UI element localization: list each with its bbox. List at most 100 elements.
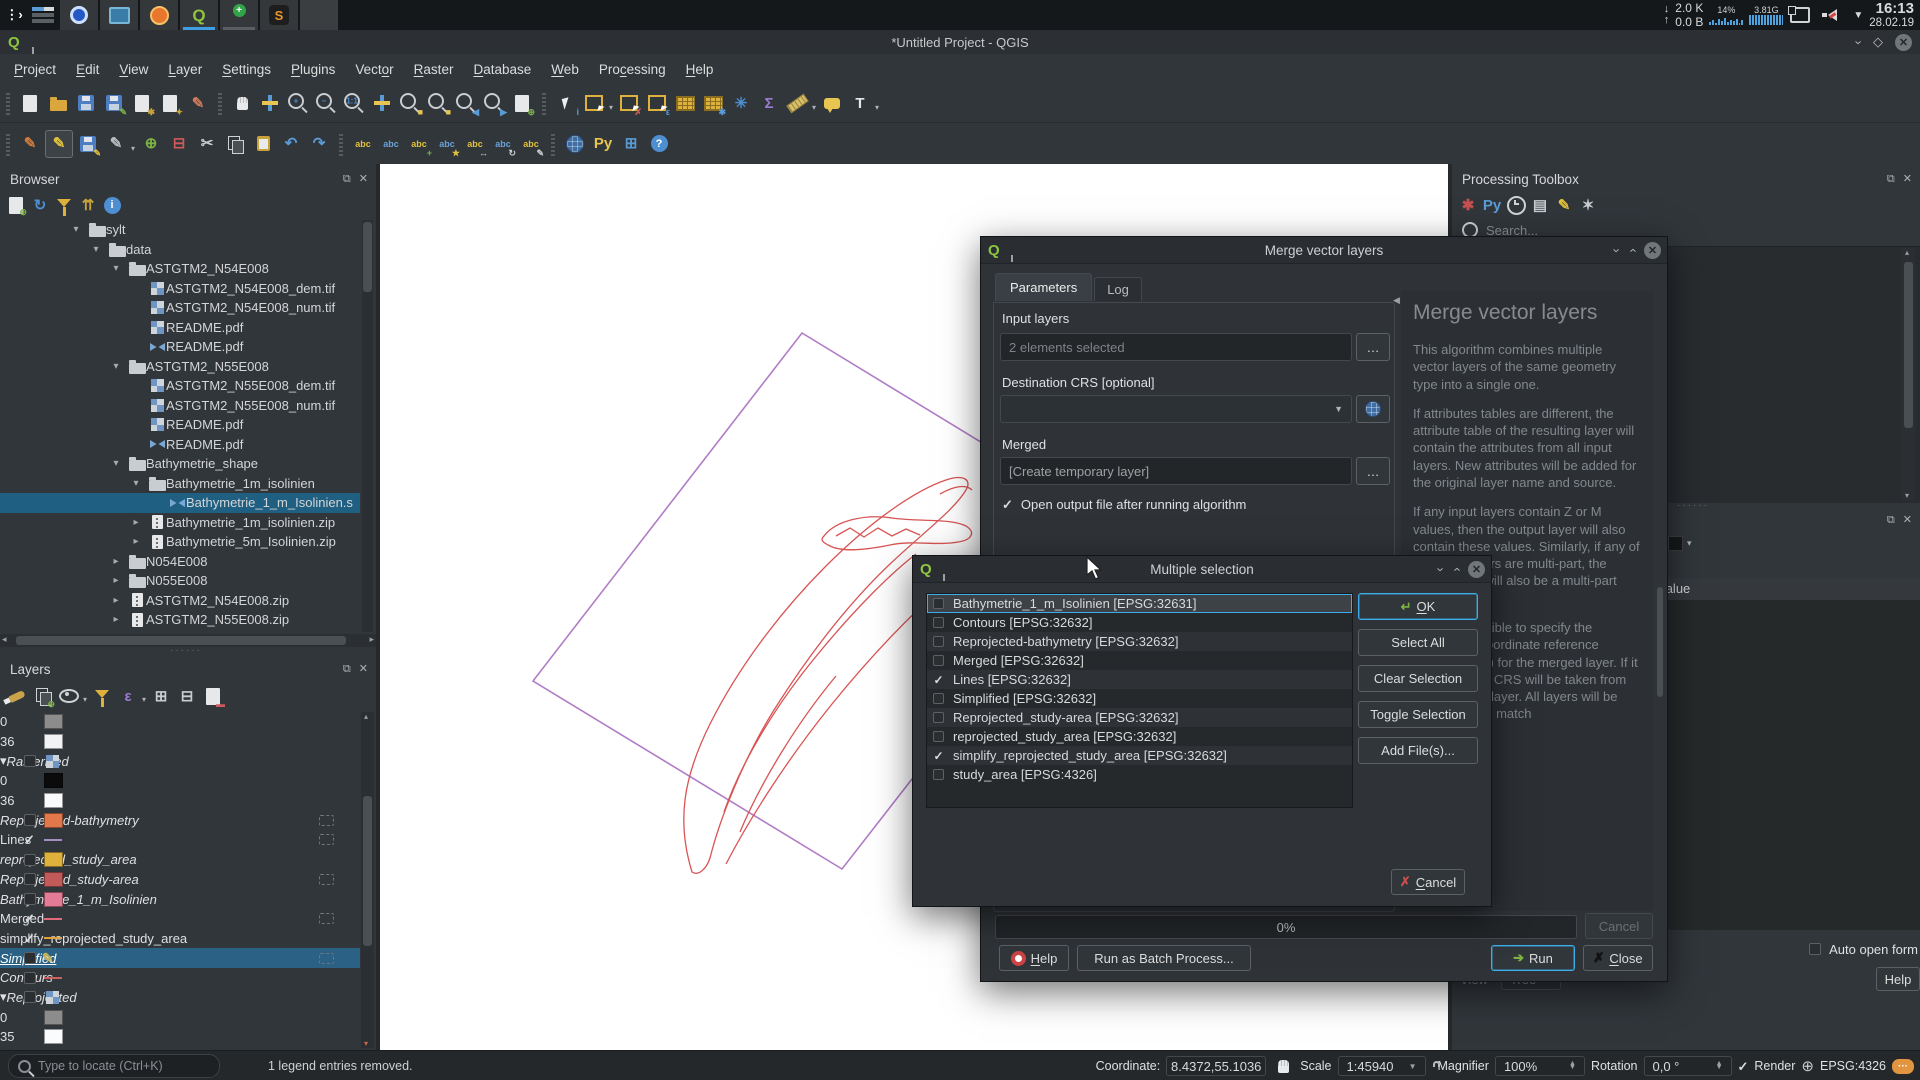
layer-item[interactable]: ✓Merged bbox=[0, 909, 360, 929]
tree-item[interactable]: ASTGTM2_N55E008_dem.tif bbox=[0, 376, 360, 396]
maximize-icon[interactable]: › bbox=[1625, 248, 1638, 252]
menu-help[interactable]: Help bbox=[676, 62, 724, 77]
add-group-icon[interactable]: ⊕ bbox=[31, 684, 55, 708]
add-selected-layer-icon[interactable]: ⊕ bbox=[5, 194, 27, 216]
mouse-position-icon[interactable] bbox=[1272, 1055, 1294, 1077]
toggle-editing-icon[interactable]: ✎ bbox=[45, 130, 73, 158]
layer-diagram-icon[interactable]: abc bbox=[378, 131, 404, 157]
measure-icon[interactable]: ▾ bbox=[784, 90, 810, 116]
scroll-down-icon[interactable]: ▾ bbox=[364, 1039, 368, 1048]
expanded-arrow-icon[interactable]: ▾ bbox=[130, 478, 142, 489]
selection-list-item[interactable]: ✓simplify_reprojected_study_area [EPSG:3… bbox=[927, 746, 1352, 765]
tree-item[interactable]: ASTGTM2_N54E008_dem.tif bbox=[0, 279, 360, 299]
task-qgis-new[interactable]: + bbox=[220, 0, 258, 30]
highlight-labels-icon[interactable]: abc★ bbox=[434, 131, 460, 157]
crs-globe-icon[interactable]: ⊕ bbox=[1801, 1057, 1814, 1075]
processing-vscrollbar[interactable]: ▴ ▾ bbox=[1902, 248, 1915, 500]
collapsed-arrow-icon[interactable]: ▸ bbox=[110, 556, 122, 567]
item-checkbox[interactable] bbox=[933, 598, 944, 609]
auto-open-form[interactable]: Auto open form bbox=[1809, 942, 1918, 957]
paste-features-icon[interactable] bbox=[250, 131, 276, 157]
tree-item[interactable]: ▾Bathymetrie_1m_isolinien bbox=[0, 474, 360, 494]
layer-item[interactable]: 0 bbox=[0, 1007, 360, 1027]
layer-item[interactable]: 36 bbox=[0, 732, 360, 752]
selection-list-item[interactable]: Bathymetrie_1_m_Isolinien [EPSG:32631] bbox=[927, 594, 1352, 613]
expanded-arrow-icon[interactable]: ▾ bbox=[70, 224, 82, 235]
tree-item[interactable]: ▾data bbox=[0, 240, 360, 260]
layer-item[interactable]: ✓simplify_reprojected_study_area bbox=[0, 929, 360, 949]
run-button[interactable]: ➔Run bbox=[1491, 945, 1575, 971]
redo-icon[interactable]: ↷ bbox=[306, 131, 332, 157]
ok-button[interactable]: ↵OK bbox=[1358, 593, 1478, 620]
layer-item[interactable]: 35 bbox=[0, 1027, 360, 1047]
zoom-out-icon[interactable]: − bbox=[313, 90, 339, 116]
maximize-icon[interactable]: ◇ bbox=[1873, 34, 1883, 50]
float-panel-icon[interactable]: ⧉ bbox=[1887, 515, 1895, 526]
destination-crs-select[interactable]: ▼ bbox=[1000, 395, 1352, 423]
current-edits-icon[interactable]: ✎ bbox=[17, 131, 43, 157]
input-layers-browse-button[interactable]: … bbox=[1356, 333, 1390, 361]
tab-log[interactable]: Log bbox=[1094, 277, 1142, 301]
open-output-checkbox[interactable]: ✓ bbox=[1002, 498, 1013, 511]
help-button[interactable]: Help bbox=[1876, 967, 1920, 991]
identify-features-icon[interactable]: i bbox=[553, 90, 579, 116]
save-project-icon[interactable] bbox=[73, 90, 99, 116]
tree-item[interactable]: ▾ASTGTM2_N54E008 bbox=[0, 259, 360, 279]
python-scripts-icon[interactable]: Py bbox=[1481, 194, 1503, 216]
zoom-in-icon[interactable]: + bbox=[285, 90, 311, 116]
browser-vscrollbar[interactable] bbox=[362, 220, 373, 632]
filter-browser-icon[interactable] bbox=[53, 194, 75, 216]
expand-all-icon[interactable]: ⊞ bbox=[149, 684, 173, 708]
collapse-all-icon[interactable]: ⇈ bbox=[77, 194, 99, 216]
vertex-tool-icon[interactable]: ✎▾ bbox=[103, 131, 129, 157]
collapsed-arrow-icon[interactable]: ▸ bbox=[110, 575, 122, 586]
tree-item[interactable]: ▸Bathymetrie_5m_Isolinien.zip bbox=[0, 532, 360, 552]
minimize-icon[interactable]: › bbox=[1611, 248, 1624, 252]
tree-item[interactable]: README.pdf bbox=[0, 337, 360, 357]
rotation-input[interactable]: 0,0 ° ▲▼ bbox=[1644, 1056, 1732, 1076]
zoom-to-layer-icon[interactable]: ■ bbox=[397, 90, 423, 116]
item-checkbox[interactable] bbox=[933, 693, 944, 704]
item-checkbox[interactable] bbox=[933, 636, 944, 647]
properties-widget-icon[interactable]: i bbox=[101, 194, 123, 216]
task-empty[interactable] bbox=[300, 0, 338, 30]
tree-item[interactable]: ▸ASTGTM2_N55E008.zip bbox=[0, 610, 360, 630]
menu-view[interactable]: View bbox=[109, 62, 158, 77]
layer-visibility-checkbox[interactable] bbox=[24, 972, 36, 984]
layer-item[interactable]: ▾Reprojected bbox=[0, 988, 360, 1008]
item-checkbox[interactable] bbox=[933, 731, 944, 742]
expanded-arrow-icon[interactable]: ▾ bbox=[90, 244, 102, 255]
locate-search[interactable]: Type to locate (Ctrl+K) bbox=[8, 1054, 220, 1078]
layer-visibility-checkbox[interactable] bbox=[24, 952, 36, 964]
menu-edit[interactable]: Edit bbox=[66, 62, 109, 77]
close-panel-icon[interactable]: ✕ bbox=[1903, 515, 1912, 526]
zoom-next-icon[interactable]: ▶ bbox=[481, 90, 507, 116]
magnifier-input[interactable]: 100% ▲▼ bbox=[1495, 1056, 1585, 1076]
task-firefox[interactable] bbox=[140, 0, 178, 30]
processing-options-icon[interactable]: ✱ bbox=[1457, 194, 1479, 216]
select-crs-button[interactable] bbox=[1356, 395, 1390, 423]
layer-visibility-checkbox[interactable]: ✓ bbox=[24, 932, 35, 945]
selection-list-item[interactable]: Contours [EPSG:32632] bbox=[927, 613, 1352, 632]
copy-features-icon[interactable] bbox=[222, 131, 248, 157]
task-qgis[interactable]: Q bbox=[180, 0, 218, 30]
merged-field[interactable]: [Create temporary layer] bbox=[1000, 457, 1352, 485]
tree-item[interactable]: README.pdf bbox=[0, 318, 360, 338]
tree-item[interactable]: README.pdf bbox=[0, 435, 360, 455]
collapsed-arrow-icon[interactable]: ▸ bbox=[130, 517, 142, 528]
history-icon[interactable] bbox=[1505, 194, 1527, 216]
zoom-full-icon[interactable] bbox=[369, 90, 395, 116]
selection-list-item[interactable]: Reprojected_study-area [EPSG:32632] bbox=[927, 708, 1352, 727]
menu-vector[interactable]: Vector bbox=[345, 62, 403, 77]
scroll-left-icon[interactable]: ◂ bbox=[2, 634, 7, 645]
collapse-all-icon[interactable]: ⊟ bbox=[175, 684, 199, 708]
metasearch-icon[interactable] bbox=[562, 131, 588, 157]
tree-item[interactable]: ASTGTM2_N55E008_num.tif bbox=[0, 396, 360, 416]
map-tips-icon[interactable] bbox=[819, 90, 845, 116]
open-layer-styling-icon[interactable] bbox=[5, 684, 29, 708]
item-checkbox[interactable] bbox=[933, 617, 944, 628]
add-feature-icon[interactable]: ⊕ bbox=[138, 131, 164, 157]
undo-icon[interactable]: ↶ bbox=[278, 131, 304, 157]
tree-item[interactable]: ▸ASTGTM2_N54E008.zip bbox=[0, 591, 360, 611]
collapsed-arrow-icon[interactable]: ▸ bbox=[110, 614, 122, 625]
